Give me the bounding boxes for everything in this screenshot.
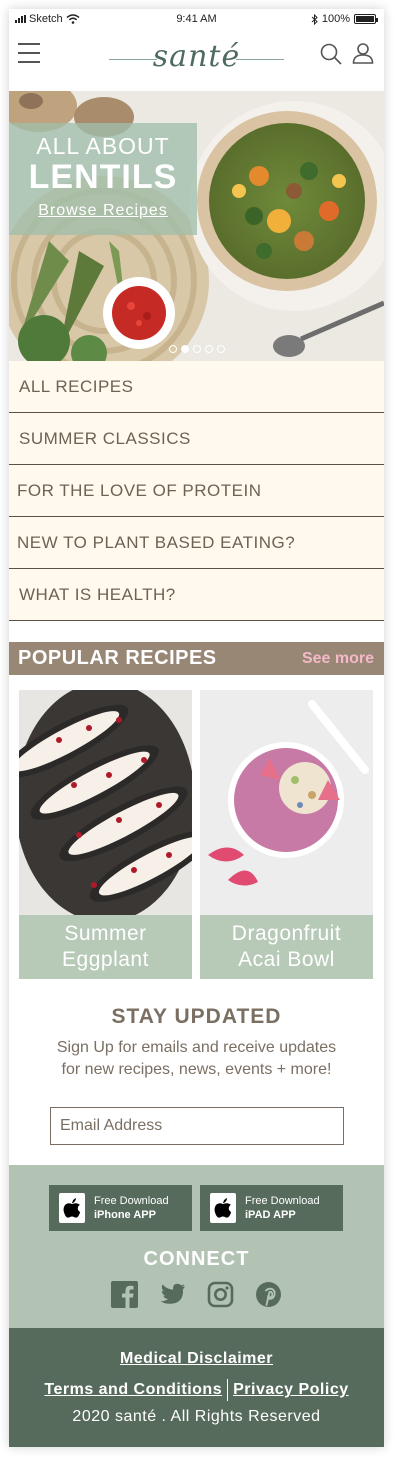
recipe-name-line1: Summer <box>64 922 147 945</box>
newsletter-title: STAY UPDATED <box>111 1005 282 1028</box>
apple-icon <box>59 1193 85 1223</box>
category-list: ALL RECIPES SUMMER CLASSICS FOR THE LOVE… <box>9 361 384 621</box>
logo-text: santé <box>152 39 241 74</box>
section-title: POPULAR RECIPES <box>18 647 217 669</box>
iphone-app-line1: Free Download <box>94 1195 169 1207</box>
email-field[interactable] <box>50 1107 344 1145</box>
facebook-icon[interactable] <box>111 1281 138 1308</box>
app-header: santé <box>9 29 384 91</box>
recipe-card-label: Dragonfruit Acai Bowl <box>200 915 373 979</box>
copyright: 2020 santé . All Rights Reserved <box>72 1408 321 1425</box>
carousel-dot[interactable] <box>193 345 201 353</box>
recipe-card[interactable]: Summer Eggplant <box>19 690 192 979</box>
status-bar: Sketch 9:41 AM 100% <box>9 9 384 29</box>
newsletter-text: Sign Up for emails and receive updates f… <box>56 1039 337 1078</box>
carousel-dots <box>169 345 225 353</box>
apple-icon <box>210 1193 236 1223</box>
phone-frame: Sketch 9:41 AM 100% santé ALL ABOUT LENT… <box>9 9 384 1447</box>
recipe-card[interactable]: Dragonfruit Acai Bowl <box>200 690 373 979</box>
ipad-app-button[interactable]: Free Download iPAD APP <box>200 1185 343 1231</box>
hero-overlay: ALL ABOUT LENTILS Browse Recipes <box>9 123 197 235</box>
pinterest-icon[interactable] <box>255 1281 282 1308</box>
connect-heading: CONNECT <box>143 1248 250 1270</box>
carousel-dot-active[interactable] <box>181 345 189 353</box>
category-all-recipes[interactable]: ALL RECIPES <box>9 361 384 413</box>
recipe-image-acai-bowl <box>200 690 373 915</box>
battery-percent: 100% <box>321 13 350 25</box>
battery-icon <box>354 14 378 24</box>
recipe-name-line1: Dragonfruit <box>231 922 342 945</box>
medical-disclaimer-link[interactable]: Medical Disclaimer <box>120 1350 273 1367</box>
ipad-app-line1: Free Download <box>245 1195 320 1207</box>
hero-banner[interactable]: ALL ABOUT LENTILS Browse Recipes <box>9 91 384 361</box>
footer: Medical Disclaimer Terms and Conditions … <box>9 1328 384 1447</box>
recipe-name-line2: Eggplant <box>62 948 149 971</box>
hero-title-line1: ALL ABOUT <box>36 133 170 159</box>
ipad-app-line2: iPAD APP <box>245 1209 296 1221</box>
iphone-app-line2: iPhone APP <box>94 1209 156 1221</box>
user-icon[interactable] <box>352 42 374 64</box>
see-more-link[interactable]: See more <box>302 650 374 668</box>
twitter-icon[interactable] <box>159 1281 186 1308</box>
browse-recipes-link[interactable]: Browse Recipes <box>38 202 168 220</box>
app-download-section: Free Download iPhone APP Free Download i… <box>9 1165 384 1328</box>
carousel-dot[interactable] <box>169 345 177 353</box>
category-summer-classics[interactable]: SUMMER CLASSICS <box>9 413 384 465</box>
recipe-card-label: Summer Eggplant <box>19 915 192 979</box>
recipe-name-line2: Acai Bowl <box>238 948 335 971</box>
category-protein[interactable]: FOR THE LOVE OF PROTEIN <box>9 465 384 517</box>
hamburger-menu-icon[interactable] <box>18 43 40 63</box>
bluetooth-icon <box>311 13 318 25</box>
hero-title-line2: LENTILS <box>28 158 178 196</box>
category-plant-based[interactable]: NEW TO PLANT BASED EATING? <box>9 517 384 569</box>
search-icon[interactable] <box>320 43 342 65</box>
divider <box>227 1379 229 1401</box>
iphone-app-button[interactable]: Free Download iPhone APP <box>49 1185 192 1231</box>
privacy-link[interactable]: Privacy Policy <box>233 1381 349 1399</box>
category-health[interactable]: WHAT IS HEALTH? <box>9 569 384 621</box>
popular-recipes-header: POPULAR RECIPES See more <box>9 642 384 675</box>
terms-link[interactable]: Terms and Conditions <box>44 1381 222 1399</box>
instagram-icon[interactable] <box>207 1281 234 1308</box>
social-links <box>111 1281 282 1308</box>
carousel-dot[interactable] <box>217 345 225 353</box>
recipe-image-eggplant <box>19 690 192 915</box>
carousel-dot[interactable] <box>205 345 213 353</box>
logo[interactable]: santé <box>109 37 284 77</box>
